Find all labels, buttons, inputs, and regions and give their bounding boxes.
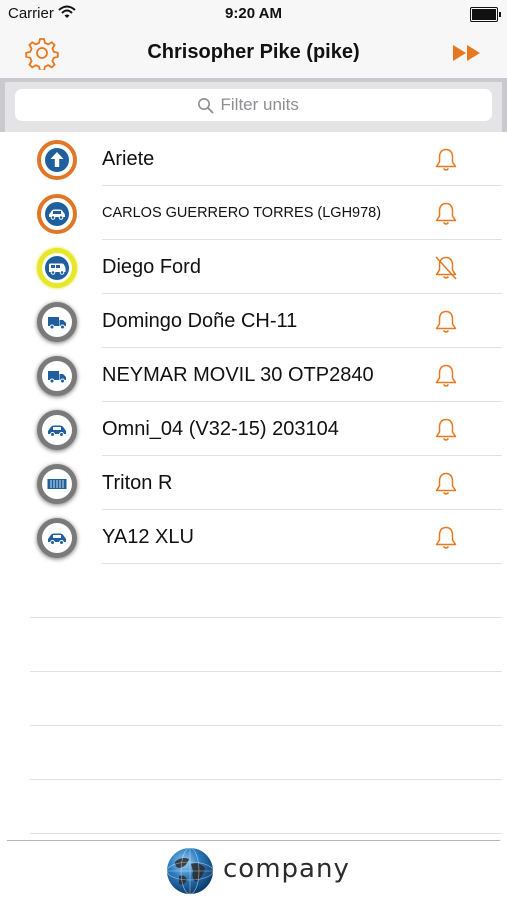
- clock: 9:20 AM: [225, 5, 282, 22]
- page-title: Chrisopher Pike (pike): [147, 41, 360, 63]
- bell-icon[interactable]: [434, 363, 458, 389]
- bell-icon[interactable]: [434, 147, 458, 173]
- unit-name: Ariete: [102, 148, 155, 170]
- container-icon: [37, 464, 77, 504]
- car-icon: [37, 518, 77, 558]
- arrow-up-icon: [37, 140, 77, 180]
- list-item[interactable]: Domingo Doñe CH-11: [0, 294, 507, 348]
- truck-icon: [37, 302, 77, 342]
- bell-icon[interactable]: [434, 525, 458, 551]
- battery-icon: [470, 7, 501, 22]
- bell-icon[interactable]: [434, 417, 458, 443]
- bell-icon[interactable]: [434, 309, 458, 335]
- nav-bar: Chrisopher Pike (pike): [0, 28, 507, 78]
- bell-off-icon[interactable]: [434, 255, 458, 281]
- unit-name: YA12 XLU: [102, 526, 194, 548]
- fast-forward-icon[interactable]: [451, 42, 483, 64]
- unit-list: Ariete CARLOS GUERRERO TORRES (LGH978) D…: [0, 132, 507, 564]
- search-bar: [0, 78, 507, 132]
- list-item[interactable]: Ariete: [0, 132, 507, 186]
- unit-name: Omni_04 (V32-15) 203104: [102, 418, 339, 440]
- van-icon: [37, 248, 77, 288]
- empty-list-area: [30, 564, 502, 834]
- unit-name: Triton R: [102, 472, 173, 494]
- search-icon: [197, 97, 214, 114]
- bell-icon[interactable]: [434, 201, 458, 227]
- footer: company: [0, 840, 507, 900]
- list-item[interactable]: NEYMAR MOVIL 30 OTP2840: [0, 348, 507, 402]
- status-bar: Carrier 9:20 AM: [0, 0, 507, 28]
- bell-icon[interactable]: [434, 471, 458, 497]
- truck-icon: [37, 356, 77, 396]
- list-item[interactable]: Triton R: [0, 456, 507, 510]
- car-icon: [37, 194, 77, 234]
- list-item[interactable]: Diego Ford: [0, 240, 507, 294]
- globe-icon: [165, 846, 215, 896]
- unit-name: NEYMAR MOVIL 30 OTP2840: [102, 364, 374, 386]
- search-field[interactable]: [15, 89, 492, 121]
- search-input[interactable]: [220, 95, 311, 115]
- unit-name: Domingo Doñe CH-11: [102, 310, 298, 332]
- car-icon: [37, 410, 77, 450]
- unit-name: CARLOS GUERRERO TORRES (LGH978): [102, 205, 382, 221]
- list-item[interactable]: Omni_04 (V32-15) 203104: [0, 402, 507, 456]
- list-item[interactable]: YA12 XLU: [0, 510, 507, 564]
- unit-name: Diego Ford: [102, 256, 201, 278]
- brand-logo-text: company: [223, 854, 350, 884]
- list-item[interactable]: CARLOS GUERRERO TORRES (LGH978): [0, 186, 507, 240]
